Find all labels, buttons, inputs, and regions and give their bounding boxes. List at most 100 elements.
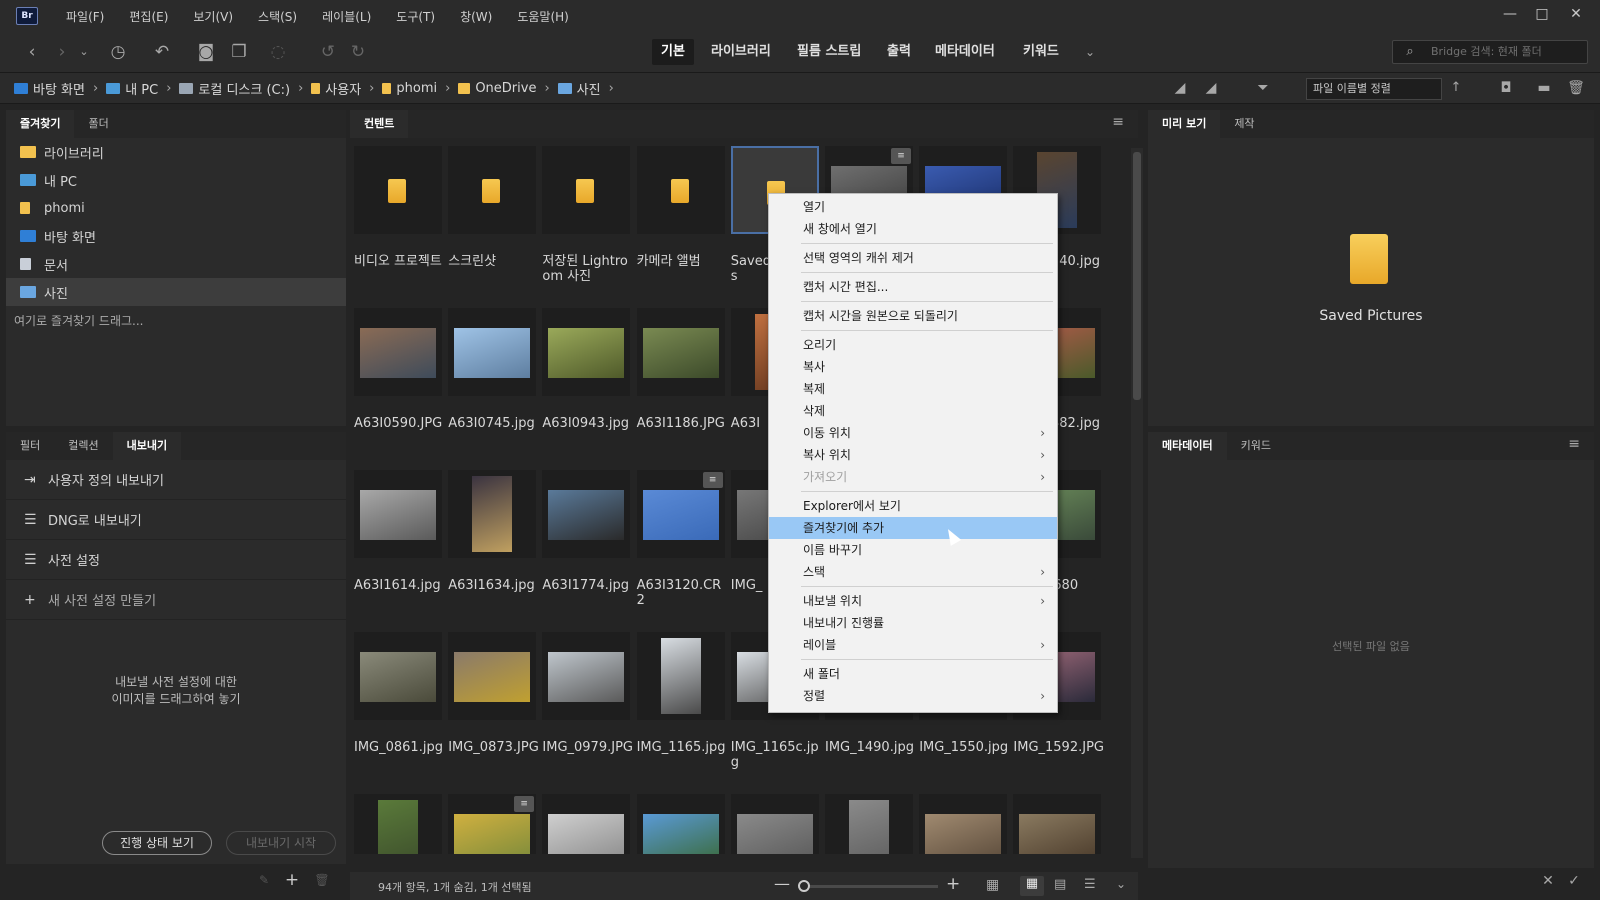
thumbnail[interactable] — [1013, 794, 1102, 854]
list-view-icon[interactable]: ☰ — [1084, 877, 1096, 892]
breadcrumb-item[interactable]: 사진 › — [557, 79, 614, 98]
add-preset-icon[interactable]: + — [282, 866, 302, 894]
minimize-button[interactable]: — — [1494, 4, 1526, 26]
thumbnail[interactable] — [636, 632, 725, 720]
tab-export[interactable]: 내보내기 — [112, 432, 182, 460]
breadcrumb-item[interactable]: 로컬 디스크 (C:) › — [179, 79, 303, 98]
context-menu-item[interactable]: 이동 위치 › — [769, 422, 1057, 444]
breadcrumb-item[interactable]: 사용자 › — [311, 79, 374, 98]
context-menu-item[interactable]: 새 폴더 — [769, 663, 1057, 685]
thumbnail[interactable] — [354, 632, 442, 720]
thumbnail[interactable] — [542, 308, 631, 396]
thumbnail[interactable] — [542, 146, 631, 234]
context-menu-item[interactable]: 내보내기 진행률 — [769, 612, 1057, 634]
maximize-button[interactable]: □ — [1526, 4, 1558, 26]
grid-lock-icon[interactable]: ▦ — [986, 877, 999, 893]
trash-icon[interactable]: 🗑 — [1564, 72, 1588, 104]
back-icon[interactable]: ‹ — [20, 32, 44, 72]
breadcrumb-item[interactable]: 내 PC › — [106, 79, 171, 98]
export-item[interactable]: ☰ 사전 설정 — [6, 540, 346, 580]
camera-icon[interactable]: ◙ — [194, 32, 218, 72]
tab-keywords[interactable]: 키워드 — [1227, 432, 1285, 460]
content-scrollbar[interactable] — [1131, 148, 1143, 858]
menu-help[interactable]: 도움말(H) — [517, 8, 569, 25]
thumbnail[interactable] — [636, 794, 725, 854]
context-menu-item[interactable]: 복사 — [769, 356, 1057, 378]
context-menu-item[interactable]: 캡처 시간을 원본으로 되돌리기 — [769, 305, 1057, 327]
breadcrumb-item[interactable]: 바탕 화면 › — [14, 79, 98, 98]
thumbnails-view-icon[interactable]: ▦ — [1020, 876, 1044, 896]
menu-stack[interactable]: 스택(S) — [258, 8, 297, 25]
context-menu-item[interactable]: 복제 — [769, 378, 1057, 400]
export-item[interactable]: + 새 사전 설정 만들기 — [6, 580, 346, 620]
context-menu-item[interactable]: 정렬 › — [769, 685, 1057, 707]
panel-menu-icon[interactable]: ≡ — [1568, 436, 1580, 452]
chevron-down-icon[interactable]: ⌄ — [74, 32, 94, 72]
breadcrumb-item[interactable]: phomi › — [382, 81, 450, 96]
rating-filter-icon[interactable]: ◢ — [1196, 72, 1226, 104]
scrollbar-thumb[interactable] — [1133, 152, 1141, 400]
thumbnail[interactable] — [730, 794, 819, 854]
context-menu-item[interactable]: 열기 — [769, 196, 1057, 218]
thumbnail-slider[interactable] — [798, 885, 938, 888]
context-menu-item[interactable]: 이름 바꾸기 — [769, 539, 1057, 561]
zoom-in-icon[interactable]: + — [946, 874, 960, 894]
tab-filter[interactable]: 필터 — [6, 432, 54, 460]
thumbnail[interactable] — [354, 308, 442, 396]
rotate-right-icon[interactable]: ↻ — [346, 32, 370, 72]
workspace-metadata[interactable]: 메타데이터 — [926, 39, 1004, 65]
copy-files-icon[interactable]: ❐ — [224, 32, 254, 72]
start-export-button[interactable]: 내보내기 시작 — [226, 831, 336, 855]
tab-folders[interactable]: 폴더 — [74, 110, 122, 138]
thumbnail[interactable] — [354, 470, 442, 558]
favorite-item[interactable]: 내 PC — [6, 166, 346, 194]
zoom-out-icon[interactable]: — — [774, 874, 790, 893]
favorite-item[interactable]: 라이브러리 — [6, 138, 346, 166]
workspace-libraries[interactable]: 라이브러리 — [702, 39, 780, 65]
menu-window[interactable]: 창(W) — [460, 8, 492, 25]
open-recent-icon[interactable]: ◘ — [1490, 72, 1522, 104]
thumbnail[interactable] — [919, 794, 1008, 854]
thumbnail[interactable] — [448, 470, 537, 558]
breadcrumb-item[interactable]: OneDrive › — [458, 81, 550, 96]
chevron-down-icon[interactable]: ⌄ — [1116, 877, 1126, 891]
menu-edit[interactable]: 편집(E) — [129, 8, 168, 25]
sort-ascending-icon[interactable]: ↑ — [1446, 72, 1466, 104]
favorite-item[interactable]: phomi — [6, 194, 346, 222]
thumbnail[interactable] — [448, 308, 537, 396]
context-menu-item[interactable]: 스택 › — [769, 561, 1057, 583]
menu-view[interactable]: 보기(V) — [193, 8, 233, 25]
rotate-left-icon[interactable]: ↺ — [316, 32, 340, 72]
thumbnail[interactable] — [448, 146, 537, 234]
panel-menu-icon[interactable]: ≡ — [1112, 114, 1124, 130]
context-menu-item[interactable]: Explorer에서 보기 — [769, 495, 1057, 517]
cancel-icon[interactable]: ✕ — [1538, 866, 1558, 896]
tab-preview[interactable]: 미리 보기 — [1148, 110, 1221, 138]
thumbnail[interactable]: ≡ — [448, 794, 537, 854]
context-menu-item[interactable]: 캡처 시간 편집... — [769, 276, 1057, 298]
thumbnail[interactable] — [542, 794, 631, 854]
tab-collections[interactable]: 컬렉션 — [54, 432, 112, 460]
menu-label[interactable]: 레이블(L) — [322, 8, 371, 25]
menu-tools[interactable]: 도구(T) — [396, 8, 435, 25]
workspace-keywords[interactable]: 키워드 — [1014, 39, 1068, 65]
context-menu-item[interactable]: 새 창에서 열기 — [769, 218, 1057, 240]
refine-icon[interactable]: ◌ — [266, 32, 290, 72]
thumbnail[interactable] — [636, 146, 725, 234]
thumbnail[interactable]: ≡ — [636, 470, 725, 558]
thumbnail[interactable] — [636, 308, 725, 396]
context-menu-item[interactable]: 삭제 — [769, 400, 1057, 422]
recent-icon[interactable]: ◷ — [106, 32, 130, 72]
forward-icon[interactable]: › — [50, 32, 74, 72]
menu-file[interactable]: 파일(F) — [66, 8, 104, 25]
edit-icon[interactable]: ✎ — [254, 866, 274, 894]
quality-icon[interactable]: ◢ — [1168, 72, 1192, 104]
favorite-item[interactable]: 문서 — [6, 250, 346, 278]
tab-content[interactable]: 컨텐트 — [350, 110, 409, 138]
details-view-icon[interactable]: ▤ — [1054, 877, 1066, 892]
context-menu-item[interactable]: 즐겨찾기에 추가 — [769, 517, 1057, 539]
new-folder-icon[interactable]: ▬ — [1532, 72, 1556, 104]
workspace-filmstrip[interactable]: 필름 스트립 — [788, 39, 870, 65]
context-menu-item[interactable]: 레이블 › — [769, 634, 1057, 656]
favorite-item[interactable]: 바탕 화면 — [6, 222, 346, 250]
